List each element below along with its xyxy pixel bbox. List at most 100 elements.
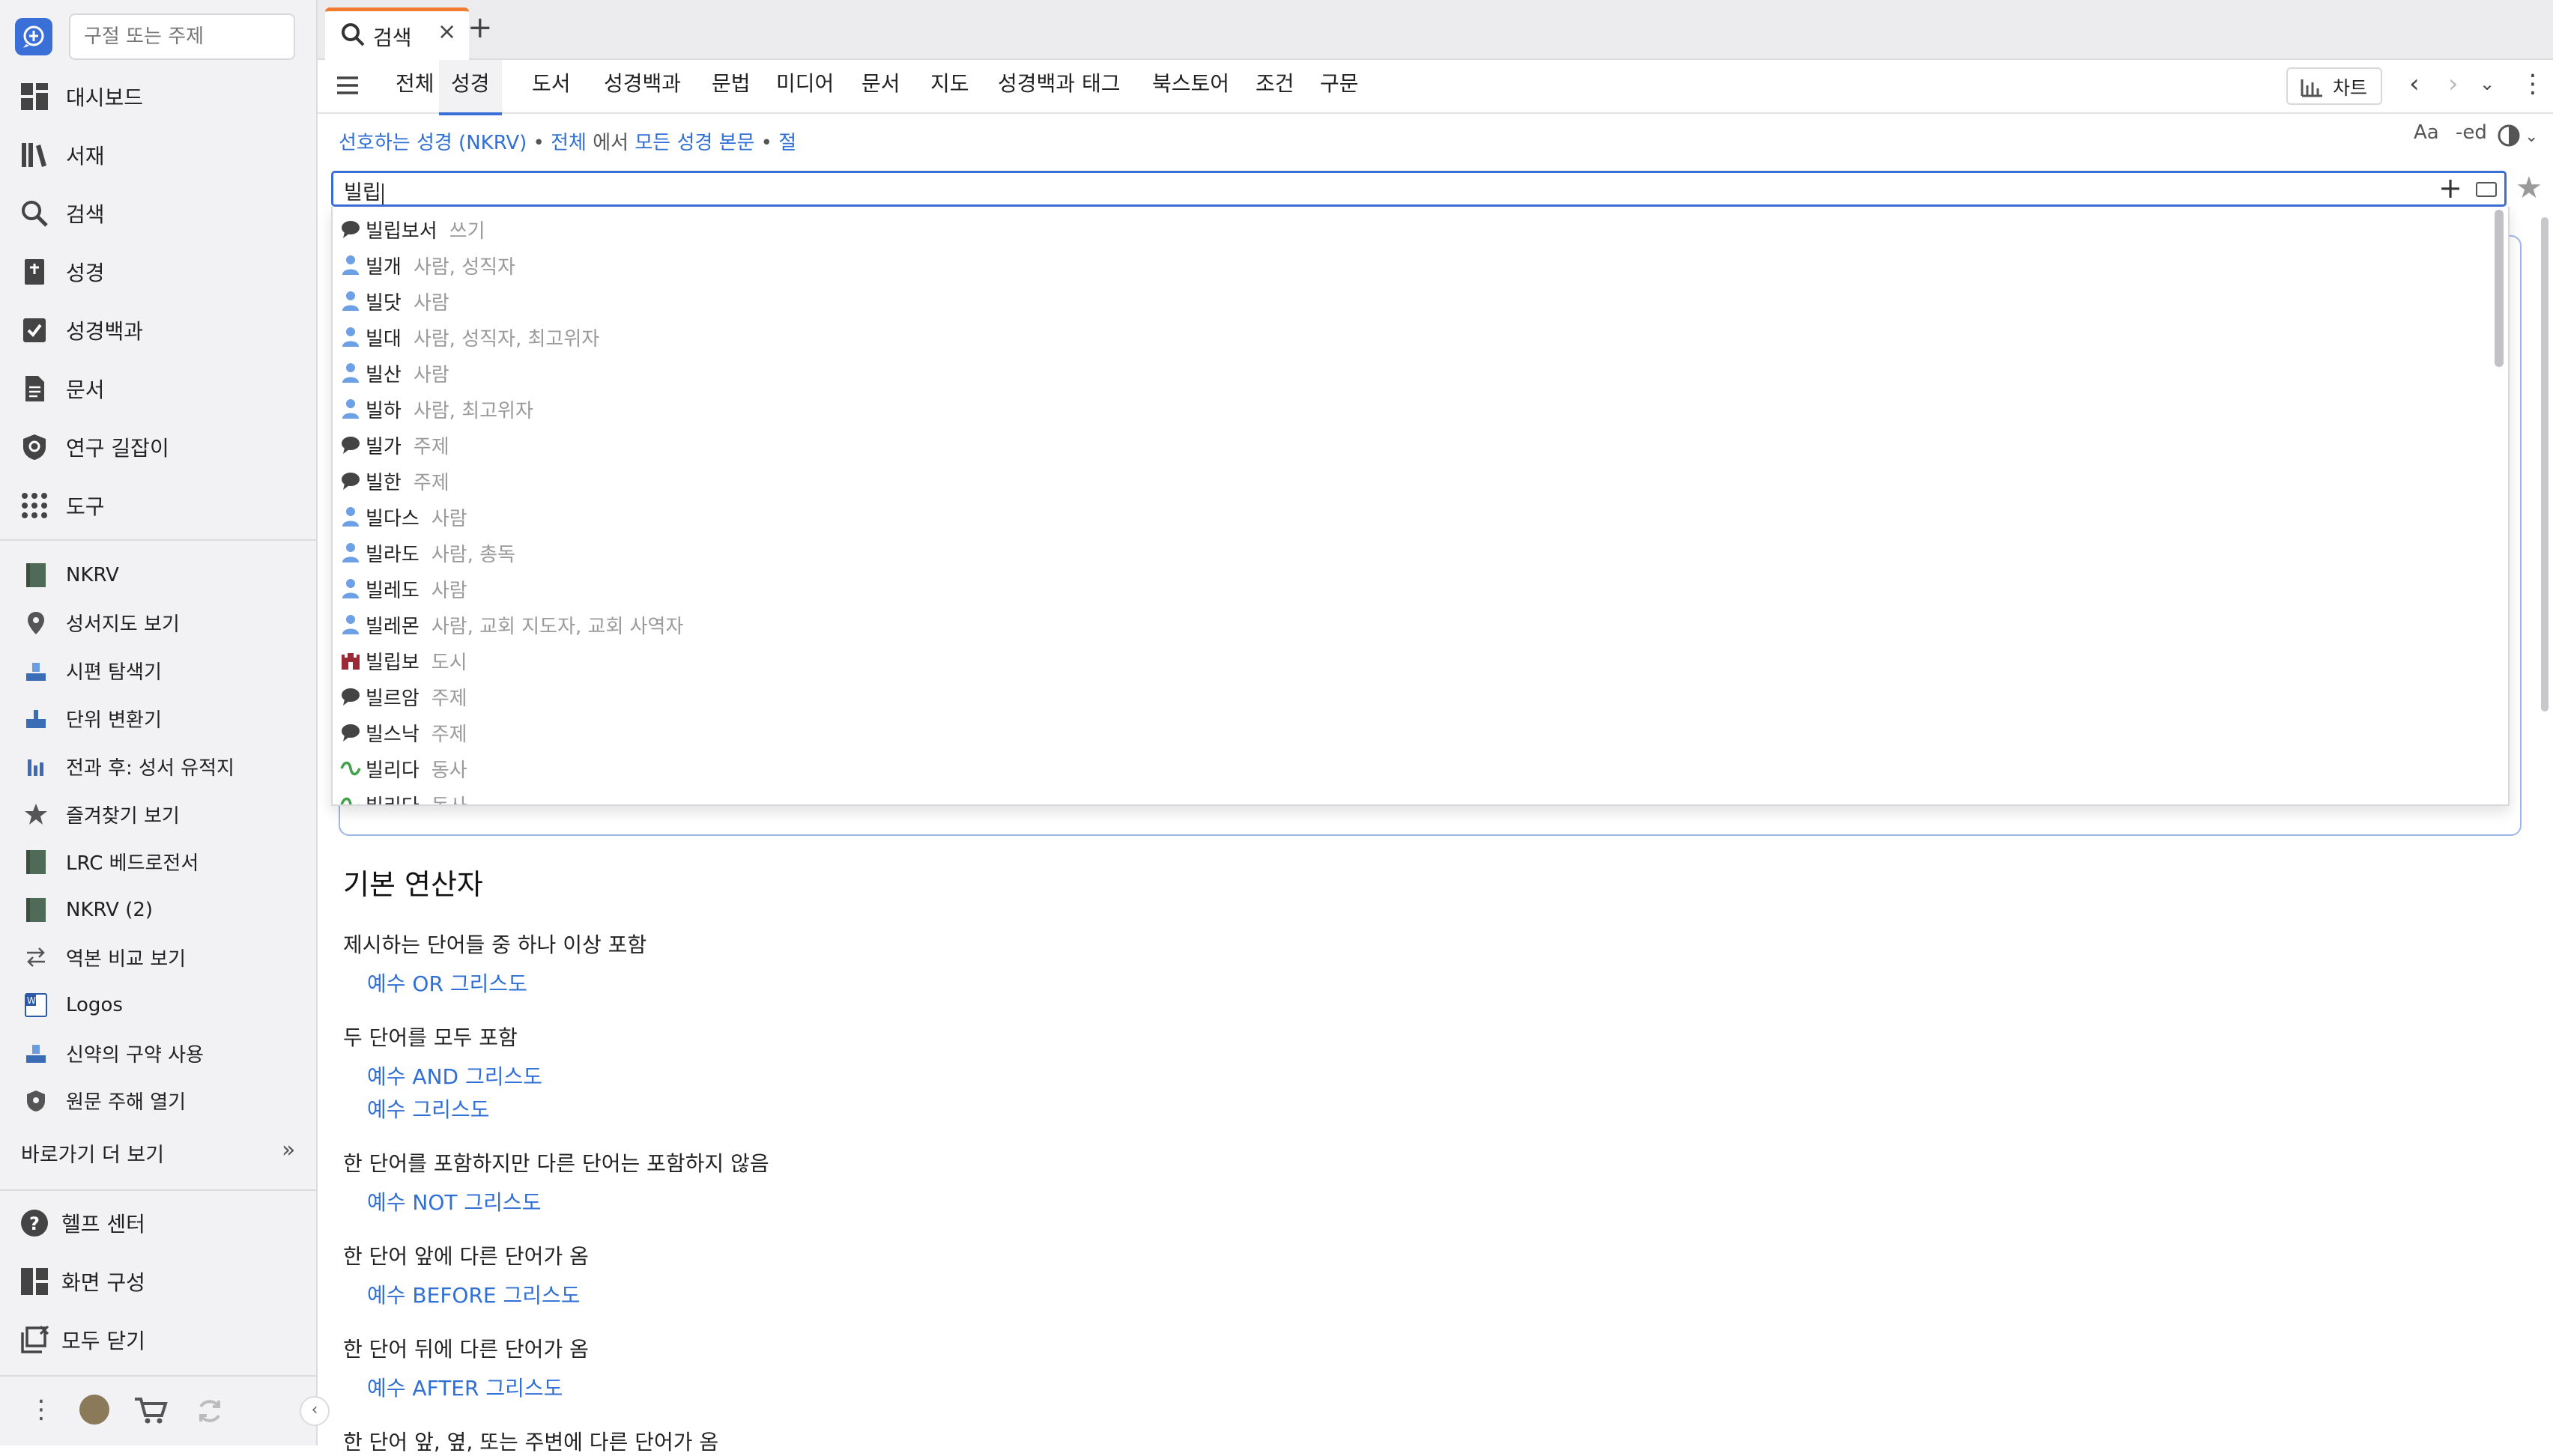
sidebar-shortcut[interactable]: 시편 탐색기 <box>0 649 318 694</box>
new-tab-button[interactable]: + <box>467 10 493 45</box>
chevron-down-icon[interactable]: ⌄ <box>2480 73 2495 94</box>
suggestion-item[interactable]: 빌다스 사람 <box>333 499 2490 535</box>
sync-icon[interactable] <box>195 1396 225 1426</box>
tab-bar: 검색 × + <box>318 0 2553 61</box>
sidebar-nav-label: 서재 <box>66 144 105 169</box>
close-icon[interactable]: × <box>437 19 456 45</box>
search-type-tab[interactable]: 전체 <box>393 60 437 112</box>
search-type-tab[interactable]: 조건 <box>1253 60 1297 112</box>
forward-arrow-icon[interactable]: › <box>2448 69 2459 99</box>
sidebar-nav-dashboard[interactable]: 대시보드 <box>0 72 318 121</box>
search-input[interactable]: 빌립 + <box>331 171 2507 207</box>
search-type-tab[interactable]: 구문 <box>1317 60 1362 112</box>
sidebar-shortcut[interactable]: W Logos <box>0 983 318 1028</box>
cart-icon[interactable] <box>133 1396 168 1426</box>
sidebar-search-input[interactable] <box>69 13 295 60</box>
suggestion-item[interactable]: 빌산 사람 <box>333 355 2490 391</box>
close-all-icon <box>18 1323 51 1356</box>
search-type-tab[interactable]: 도서 <box>529 60 574 112</box>
bible-selector-link[interactable]: 선호하는 성경 (NKRV) <box>339 132 527 154</box>
sidebar-shortcut[interactable]: 전과 후: 성서 유적지 <box>0 744 318 789</box>
search-type-tab[interactable]: 성경백과 태그 <box>995 60 1123 112</box>
sidebar-nav-search[interactable]: 검색 <box>0 189 318 238</box>
edit-button[interactable]: -ed <box>2456 121 2487 144</box>
suggestion-item[interactable]: 빌하 사람, 최고위자 <box>333 391 2490 427</box>
sidebar-shortcut[interactable]: NKRV (2) <box>0 888 318 932</box>
back-arrow-icon[interactable]: ‹ <box>2409 69 2420 99</box>
sidebar-nav-guide[interactable]: 연구 길잡이 <box>0 422 318 472</box>
menu-icon[interactable] <box>334 72 361 99</box>
more-vertical-icon[interactable]: ⋮ <box>2520 69 2546 99</box>
tab-search[interactable]: 검색 × <box>325 7 469 61</box>
more-vertical-icon[interactable]: ⋮ <box>28 1395 54 1425</box>
search-type-tab[interactable]: 지도 <box>927 60 972 112</box>
search-type-tab[interactable]: 북스토어 <box>1149 60 1232 112</box>
operator-example-link[interactable]: 예수 NOT 그리스도 <box>367 1186 541 1216</box>
sidebar-shortcut[interactable]: 역본 비교 보기 <box>0 935 318 980</box>
sidebar-shortcut[interactable]: 성서지도 보기 <box>0 601 318 646</box>
sidebar-shortcut[interactable]: LRC 베드로전서 <box>0 840 318 885</box>
sidebar-footer-help[interactable]: ? 헬프 센터 <box>0 1198 318 1248</box>
scope-selector-link[interactable]: 전체 <box>551 132 587 154</box>
operator-heading: 한 단어 앞, 옆, 또는 주변에 다른 단어가 옴 <box>343 1430 719 1455</box>
chevron-double-right-icon[interactable]: » <box>282 1137 295 1163</box>
operator-example-link[interactable]: 예수 그리스도 <box>367 1093 489 1123</box>
search-type-tab[interactable]: 성경 <box>439 60 502 115</box>
suggestion-term: 빌립보서 <box>366 220 437 243</box>
suggestion-item[interactable]: 빌립보서 쓰기 <box>333 211 2490 247</box>
unit-selector-link[interactable]: 절 <box>778 132 796 154</box>
avatar[interactable] <box>79 1395 109 1425</box>
suggestion-item[interactable]: 빌개 사람, 성직자 <box>333 247 2490 283</box>
sidebar-shortcut[interactable]: 단위 변환기 <box>0 696 318 741</box>
sidebar-nav-factbook[interactable]: 성경백과 <box>0 306 318 355</box>
suggestion-item[interactable]: 빌닷 사람 <box>333 283 2490 319</box>
search-type-tab[interactable]: 성경백과 <box>601 60 684 112</box>
suggestion-item[interactable]: 빌한 주제 <box>333 463 2490 499</box>
sidebar-footer-close-all[interactable]: 모두 닫기 <box>0 1315 318 1365</box>
operator-example-link[interactable]: 예수 OR 그리스도 <box>367 968 527 998</box>
sidebar-shortcut[interactable]: NKRV <box>0 553 318 598</box>
sidebar-nav-bible[interactable]: 성경 <box>0 247 318 297</box>
keyboard-icon[interactable] <box>2476 182 2497 197</box>
book-cover-icon <box>22 897 49 923</box>
sidebar-shortcut-label: 단위 변환기 <box>66 709 162 732</box>
search-type-tab[interactable]: 문법 <box>709 60 754 112</box>
suggestion-item[interactable]: 빌레도 사람 <box>333 571 2490 607</box>
chevron-down-icon[interactable]: ⌄ <box>2525 127 2538 146</box>
suggestion-item[interactable]: 빌대 사람, 성직자, 최고위자 <box>333 319 2490 355</box>
suggestion-item[interactable]: 빌리다 동사 <box>333 750 2490 786</box>
add-term-icon[interactable]: + <box>2438 172 2462 204</box>
search-type-tab[interactable]: 미디어 <box>773 60 837 112</box>
contrast-icon[interactable] <box>2496 123 2522 148</box>
sidebar-shortcut[interactable]: 신약의 구약 사용 <box>0 1031 318 1076</box>
sidebar-collapse-button[interactable]: ‹ <box>300 1396 330 1426</box>
main-scrollbar[interactable] <box>2541 217 2549 712</box>
more-shortcuts-link[interactable]: 바로가기 더 보기 <box>21 1138 164 1168</box>
operator-example-link[interactable]: 예수 BEFORE 그리스도 <box>367 1279 581 1309</box>
sidebar-nav-document[interactable]: 문서 <box>0 364 318 413</box>
sidebar-shortcut[interactable]: 즐겨찾기 보기 <box>0 792 318 837</box>
chart-button[interactable]: 차트 <box>2286 67 2382 105</box>
star-icon[interactable]: ★ <box>2516 171 2543 205</box>
font-size-button[interactable]: Aa <box>2414 121 2439 144</box>
suggestion-item[interactable]: 빌라도 사람, 총독 <box>333 535 2490 571</box>
suggestion-item[interactable]: 빌리다 동사 <box>333 786 2490 804</box>
sidebar-nav-tools-grid[interactable]: 도구 <box>0 481 318 530</box>
range-selector-link[interactable]: 모든 성경 본문 <box>635 132 754 154</box>
sidebar-nav-library[interactable]: 서재 <box>0 130 318 180</box>
suggestion-item[interactable]: 빌가 주제 <box>333 427 2490 463</box>
operator-example-link[interactable]: 예수 AND 그리스도 <box>367 1061 542 1091</box>
suggestion-item[interactable]: 빌립보 도시 <box>333 643 2490 679</box>
suggestion-item[interactable]: 빌르암 주제 <box>333 679 2490 715</box>
sidebar-nav-label: 성경백과 <box>66 319 144 344</box>
operator-example-link[interactable]: 예수 AFTER 그리스도 <box>367 1372 563 1402</box>
suggestion-item[interactable]: 빌스낙 주제 <box>333 715 2490 750</box>
dropdown-scrollbar[interactable] <box>2495 210 2504 367</box>
app-home-button[interactable] <box>15 18 52 55</box>
search-type-tab[interactable]: 문서 <box>858 60 903 112</box>
sidebar-shortcut-label: 시편 탐색기 <box>66 661 162 685</box>
suggestion-item[interactable]: 빌레몬 사람, 교회 지도자, 교회 사역자 <box>333 607 2490 643</box>
search-input-value[interactable]: 빌립 <box>344 176 384 205</box>
sidebar-footer-layout[interactable]: 화면 구성 <box>0 1257 318 1306</box>
sidebar-shortcut[interactable]: 원문 주해 열기 <box>0 1079 318 1123</box>
